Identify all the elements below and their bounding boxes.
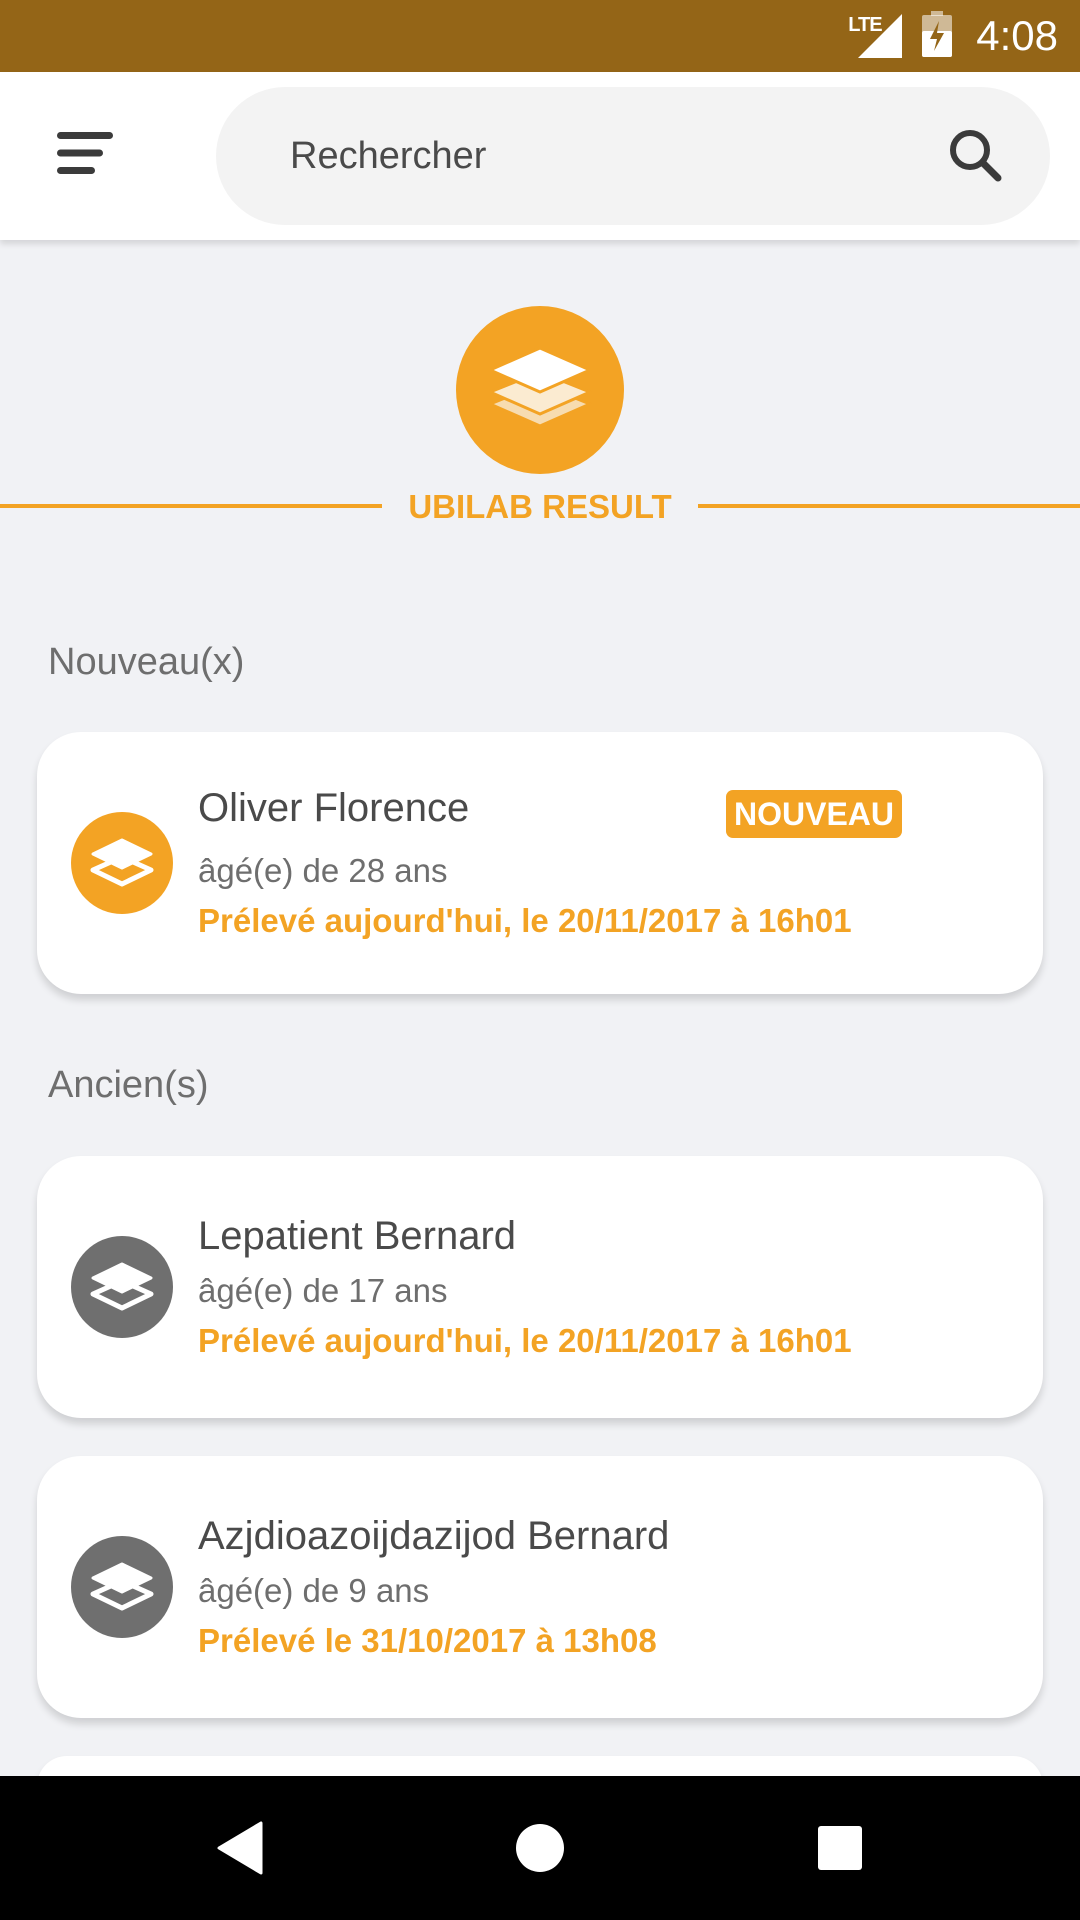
search-input[interactable] bbox=[290, 87, 910, 225]
sample-date: Prélevé le 31/10/2017 à 13h08 bbox=[198, 1622, 657, 1659]
layers-icon bbox=[90, 838, 154, 887]
result-avatar bbox=[71, 1236, 173, 1338]
status-clock: 4:08 bbox=[976, 12, 1058, 59]
patient-name: Azjdioazoijdazijod Bernard bbox=[198, 1514, 670, 1558]
brand-divider-right bbox=[698, 504, 1080, 508]
patient-name: Oliver Florence bbox=[198, 786, 470, 830]
result-avatar bbox=[71, 812, 173, 914]
search-button[interactable] bbox=[946, 126, 1006, 186]
layers-icon bbox=[488, 346, 592, 428]
search-bar[interactable] bbox=[216, 87, 1050, 225]
brand-divider-left bbox=[0, 504, 382, 508]
app-bar bbox=[0, 72, 1080, 240]
battery-icon bbox=[922, 10, 953, 62]
nav-home-button[interactable] bbox=[500, 1808, 580, 1888]
result-avatar bbox=[71, 1536, 173, 1638]
result-card[interactable]: Oliver Florence NOUVEAU âgé(e) de 28 ans… bbox=[37, 732, 1043, 994]
brand-title: UBILAB RESULT bbox=[408, 488, 672, 525]
sample-date: Prélevé aujourd'hui, le 20/11/2017 à 16h… bbox=[198, 902, 852, 939]
home-icon bbox=[516, 1824, 564, 1872]
recents-icon bbox=[818, 1826, 862, 1870]
nav-recents-button[interactable] bbox=[800, 1808, 880, 1888]
patient-age: âgé(e) de 9 ans bbox=[198, 1572, 430, 1609]
menu-button[interactable] bbox=[40, 118, 130, 188]
search-icon bbox=[950, 130, 1002, 182]
patient-name: Lepatient Bernard bbox=[198, 1214, 517, 1258]
patient-age: âgé(e) de 17 ans bbox=[198, 1272, 448, 1309]
status-icons: LTE 4:08 bbox=[848, 0, 1058, 72]
new-badge: NOUVEAU bbox=[726, 790, 903, 838]
app-logo bbox=[456, 306, 624, 474]
patient-age: âgé(e) de 28 ans bbox=[198, 852, 448, 889]
result-card[interactable]: Azjdioazoijdazijod Bernard âgé(e) de 9 a… bbox=[37, 1456, 1043, 1718]
sample-date: Prélevé aujourd'hui, le 20/11/2017 à 16h… bbox=[198, 1322, 852, 1359]
back-icon bbox=[217, 1821, 263, 1875]
nav-back-button[interactable] bbox=[200, 1808, 280, 1888]
navigation-bar bbox=[0, 1776, 1080, 1920]
layers-icon bbox=[90, 1562, 154, 1611]
layers-icon bbox=[90, 1262, 154, 1311]
section-old-label: Ancien(s) bbox=[48, 1064, 209, 1106]
result-card[interactable]: Lepatient Bernard âgé(e) de 17 ans Préle… bbox=[37, 1156, 1043, 1418]
menu-icon bbox=[57, 132, 113, 174]
status-bar: LTE 4:08 bbox=[0, 0, 1080, 72]
lte-signal-icon: LTE bbox=[848, 12, 904, 60]
section-new-label: Nouveau(x) bbox=[48, 641, 245, 683]
